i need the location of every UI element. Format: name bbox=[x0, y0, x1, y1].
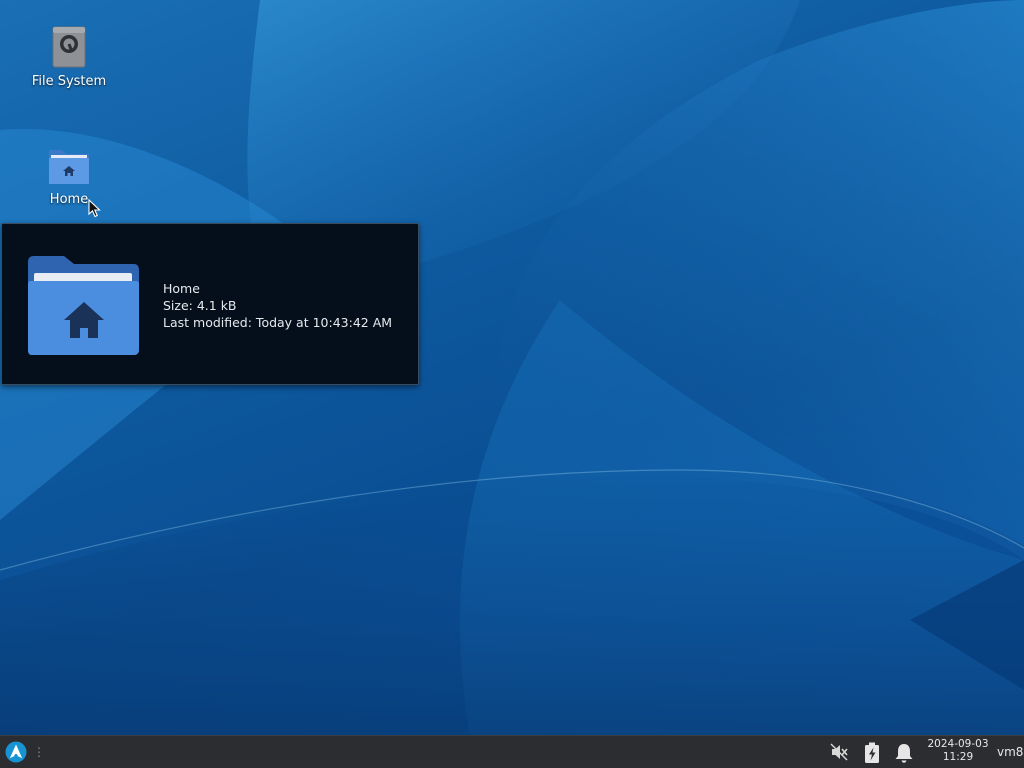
tooltip-details: Home Size: 4.1 kB Last modified: Today a… bbox=[163, 280, 392, 331]
home-folder-icon bbox=[28, 256, 139, 355]
tooltip-file-size: Size: 4.1 kB bbox=[163, 298, 237, 313]
desktop-icon-label: File System bbox=[31, 74, 107, 89]
taskbar: ⋮ 2024-09-03 11:29 vm8 bbox=[0, 735, 1024, 768]
bell-icon[interactable] bbox=[893, 742, 915, 764]
desktop-icon-file-system[interactable]: File System bbox=[21, 26, 117, 89]
panel-handle[interactable]: ⋮ bbox=[33, 745, 45, 759]
user-label[interactable]: vm8 bbox=[997, 745, 1023, 759]
home-folder-icon bbox=[49, 150, 89, 184]
tooltip-file-name: Home bbox=[163, 281, 200, 296]
volume-muted-icon[interactable] bbox=[829, 742, 849, 762]
desktop-icon-home[interactable]: Home bbox=[21, 146, 117, 207]
drive-icon bbox=[52, 26, 86, 68]
arch-logo-icon[interactable] bbox=[5, 741, 27, 763]
tooltip-last-modified: Last modified: Today at 10:43:42 AM bbox=[163, 315, 393, 330]
desktop-icon-label: Home bbox=[49, 192, 89, 207]
file-info-tooltip: Home Size: 4.1 kB Last modified: Today a… bbox=[1, 223, 419, 385]
clock[interactable]: 2024-09-03 11:29 bbox=[926, 738, 990, 764]
desktop[interactable]: File System Home Home Size: 4.1 kB Last … bbox=[0, 0, 1024, 735]
battery-charging-icon[interactable] bbox=[863, 742, 881, 764]
mouse-cursor-icon bbox=[88, 199, 101, 218]
clock-date: 2024-09-03 bbox=[927, 738, 989, 750]
clock-time: 11:29 bbox=[942, 751, 974, 763]
